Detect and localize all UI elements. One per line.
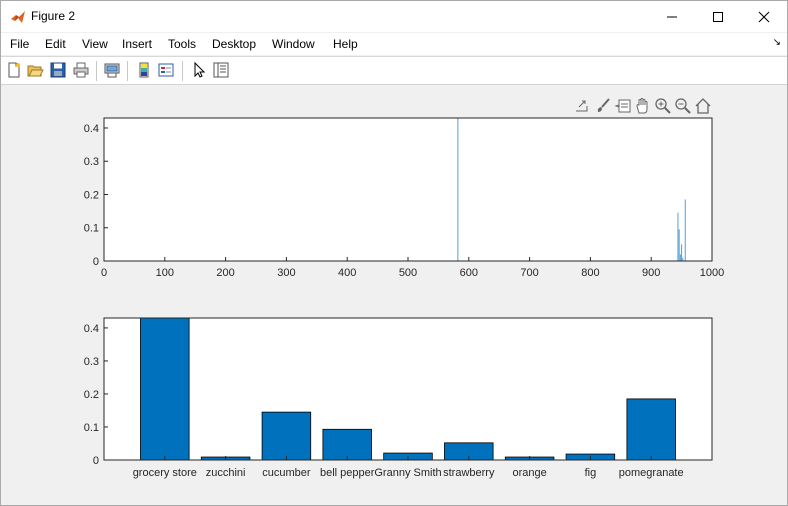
axes-top[interactable]: 0 100 200 300 400 500 600 700 800 900 1000 0 0.1 0.2 0…: [84, 117, 725, 279]
charts-svg: 0 100 200 300 400 500 600 700 800 900 1000 0 0.1 0.2 0…: [84, 117, 725, 479]
figure-canvas: 0 100 200 300 400 500 600 700 800 900 1000 0 0.1 0.2 0…: [1, 85, 787, 505]
x-tick-label: 700: [520, 267, 538, 279]
y-tick-label: 0.2: [84, 389, 99, 401]
print-icon[interactable]: [72, 61, 90, 79]
new-figure-icon[interactable]: [5, 61, 23, 79]
y-tick-label: 0: [93, 455, 99, 467]
x-tick-label: Granny Smith: [374, 467, 441, 479]
menu-bar: File Edit View Insert Tools Desktop Wind…: [1, 33, 787, 55]
minimize-icon: [667, 16, 677, 17]
x-tick-label: zucchini: [206, 467, 246, 479]
insert-legend-icon[interactable]: [157, 61, 175, 79]
y-tick-label: 0.1: [84, 422, 99, 434]
x-tick-label: 800: [581, 267, 599, 279]
dock-arrow-icon[interactable]: ↘: [773, 37, 781, 48]
x-tick-label: fig: [585, 467, 597, 479]
x-tick-label: 600: [460, 267, 478, 279]
x-tick-label: pomegranate: [619, 467, 684, 479]
x-tick-label: strawberry: [443, 467, 495, 479]
x-tick-label: orange: [512, 467, 546, 479]
bar: [261, 411, 312, 461]
toolbar-separator: [127, 61, 128, 81]
x-tick-label: 900: [642, 267, 660, 279]
bar: [626, 398, 676, 461]
close-button[interactable]: [741, 1, 787, 32]
maximize-icon: [713, 11, 723, 22]
menu-insert[interactable]: Insert: [122, 37, 152, 51]
menu-window[interactable]: Window: [272, 37, 315, 51]
x-tick-label: 500: [399, 267, 417, 279]
y-tick-label: 0: [93, 256, 99, 268]
bar: [140, 317, 190, 461]
y-tick-label: 0.2: [84, 189, 99, 201]
x-tick-label: 100: [156, 267, 174, 279]
bar: [322, 428, 372, 461]
plot-area: [104, 118, 712, 261]
axes-bottom[interactable]: grocery store zucchini cucumber bell pepper…: [84, 317, 713, 479]
menu-help[interactable]: Help: [333, 37, 358, 51]
x-tick-label: 200: [216, 267, 234, 279]
matlab-logo-icon: [11, 11, 25, 23]
property-inspector-icon[interactable]: [212, 61, 230, 79]
toolbar-separator: [182, 61, 183, 81]
y-tick-label: 0.3: [84, 156, 99, 168]
figure-window: Figure 2 File Edit View Insert Tools Des…: [0, 0, 788, 506]
y-tick-label: 0.3: [84, 356, 99, 368]
plot-area: [104, 318, 712, 460]
close-icon: [758, 11, 770, 22]
menu-tools[interactable]: Tools: [168, 37, 196, 51]
y-tick-label: 0.4: [84, 323, 99, 335]
menu-edit[interactable]: Edit: [45, 37, 66, 51]
minimize-button[interactable]: [649, 1, 695, 32]
menu-view[interactable]: View: [82, 37, 108, 51]
insert-colorbar-icon[interactable]: [135, 61, 153, 79]
window-title: Figure 2: [31, 9, 76, 23]
y-tick-label: 0.1: [84, 223, 99, 235]
menu-desktop[interactable]: Desktop: [212, 37, 256, 51]
x-tick-label: grocery store: [133, 467, 197, 479]
x-tick-label: 300: [277, 267, 295, 279]
x-tick-label: 400: [338, 267, 356, 279]
y-tick-label: 0.4: [84, 123, 99, 135]
x-tick-label: cucumber: [262, 467, 311, 479]
edit-plot-arrow-icon[interactable]: [189, 61, 207, 79]
open-file-icon[interactable]: [26, 61, 44, 79]
maximize-button[interactable]: [695, 1, 741, 32]
toolbar-separator: [96, 61, 97, 81]
x-tick-label: 1000: [700, 267, 724, 279]
save-icon[interactable]: [49, 61, 67, 79]
menu-file[interactable]: File: [10, 37, 29, 51]
print-preview-icon[interactable]: [103, 61, 121, 79]
title-bar[interactable]: Figure 2: [1, 1, 787, 32]
figure-toolbar: [1, 57, 787, 85]
x-tick-label: bell pepper: [320, 467, 375, 479]
x-tick-label: 0: [101, 267, 107, 279]
